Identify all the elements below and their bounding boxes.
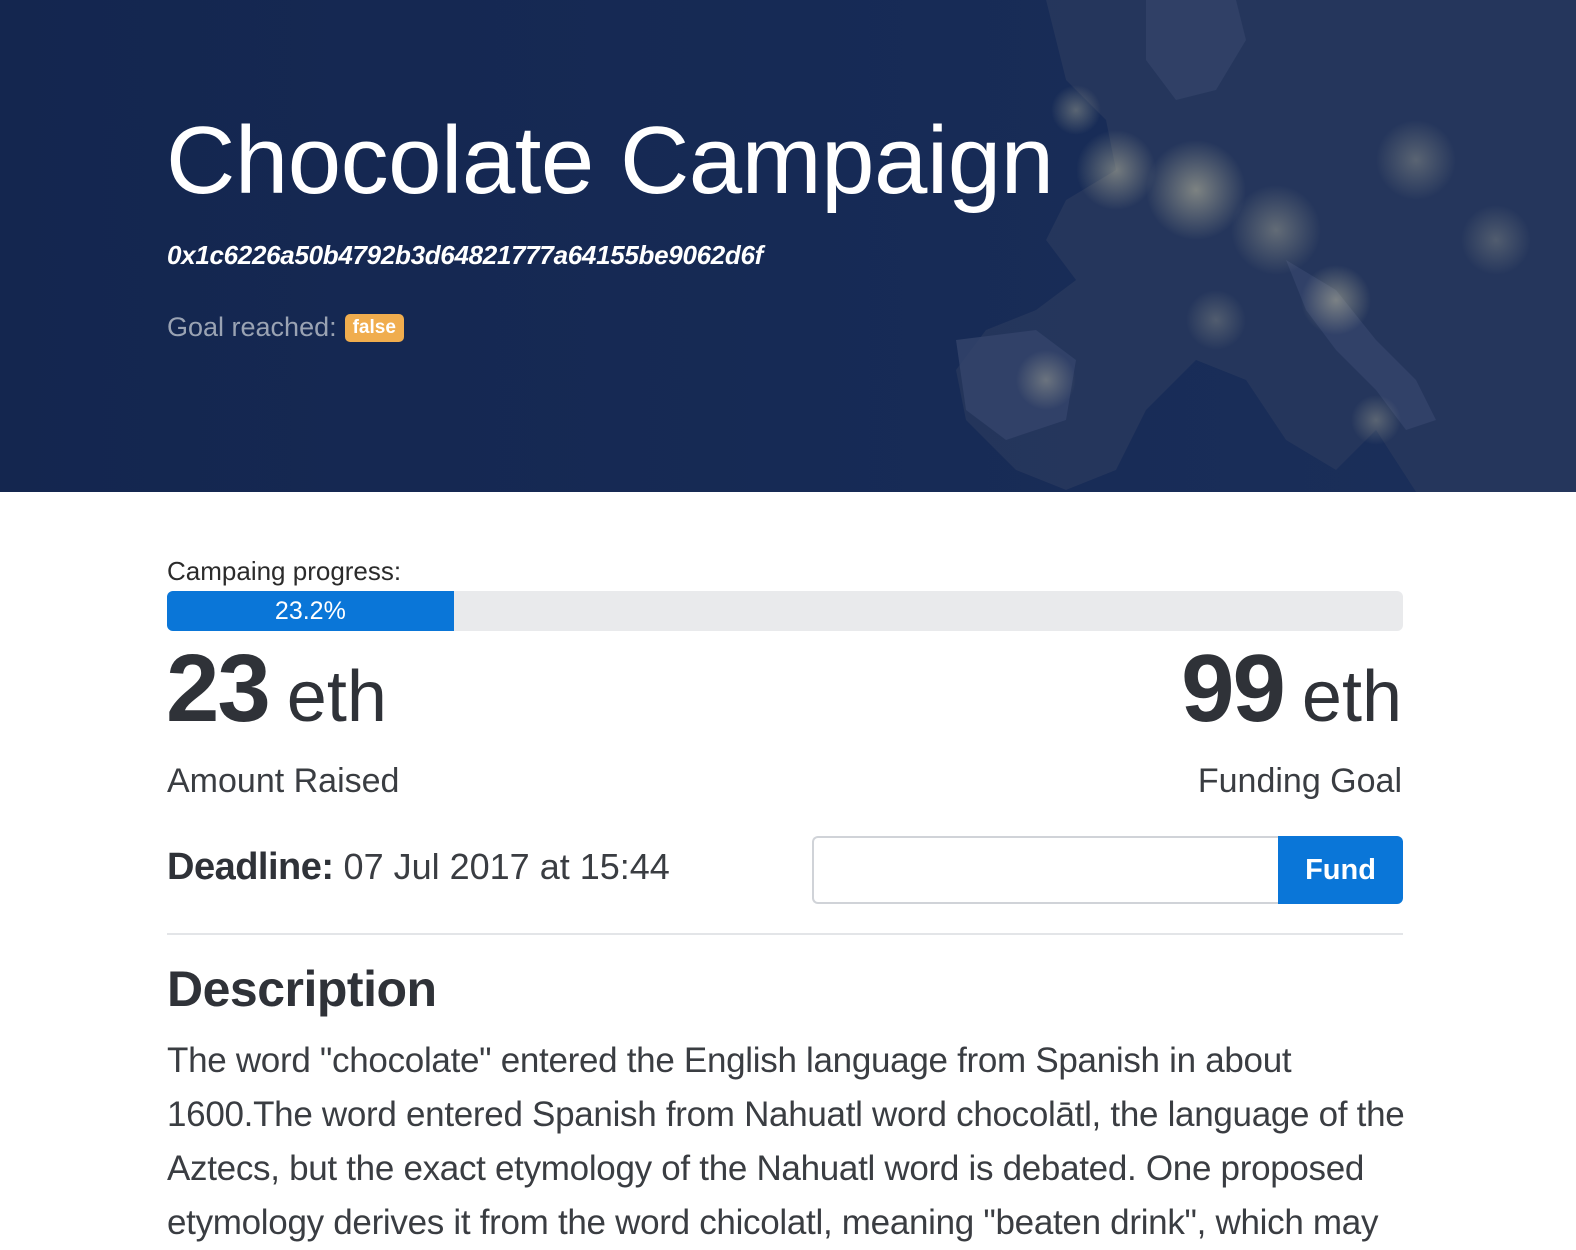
amount-raised-caption: Amount Raised <box>167 762 400 800</box>
amount-raised-value: 23 eth <box>166 636 387 742</box>
progress-bar-fill: 23.2% <box>167 591 454 631</box>
fund-form: Fund <box>812 836 1403 904</box>
funding-goal-unit: eth <box>1301 657 1402 737</box>
deadline-row: Deadline: 07 Jul 2017 at 15:44 <box>167 846 670 889</box>
fund-button[interactable]: Fund <box>1278 836 1403 904</box>
section-divider <box>167 933 1403 935</box>
campaign-title: Chocolate Campaign <box>166 107 1054 214</box>
fund-amount-input[interactable] <box>812 836 1278 904</box>
deadline-value: 07 Jul 2017 at 15:44 <box>343 846 670 887</box>
goal-reached-row: Goal reached: false <box>167 312 404 343</box>
night-earth-map-image <box>956 0 1576 492</box>
amount-raised-unit: eth <box>286 657 387 737</box>
progress-label: Campaing progress: <box>167 556 402 586</box>
funding-goal-number: 99 <box>1181 635 1286 742</box>
description-text: The word "chocolate" entered the English… <box>167 1041 1405 1242</box>
funding-goal-caption: Funding Goal <box>1197 762 1402 800</box>
description-heading: Description <box>167 961 437 1017</box>
campaign-address: 0x1c6226a50b4792b3d64821777a64155be9062d… <box>167 240 764 270</box>
goal-reached-badge: false <box>344 313 404 342</box>
amount-raised-number: 23 <box>166 635 271 742</box>
deadline-label: Deadline: <box>167 846 334 888</box>
hero-banner: Chocolate Campaign 0x1c6226a50b4792b3d64… <box>0 0 1576 492</box>
funding-goal-value: 99 eth <box>1181 636 1402 742</box>
goal-reached-label: Goal reached: <box>167 312 337 342</box>
campaign-progress-bar: 23.2% <box>167 591 1403 631</box>
